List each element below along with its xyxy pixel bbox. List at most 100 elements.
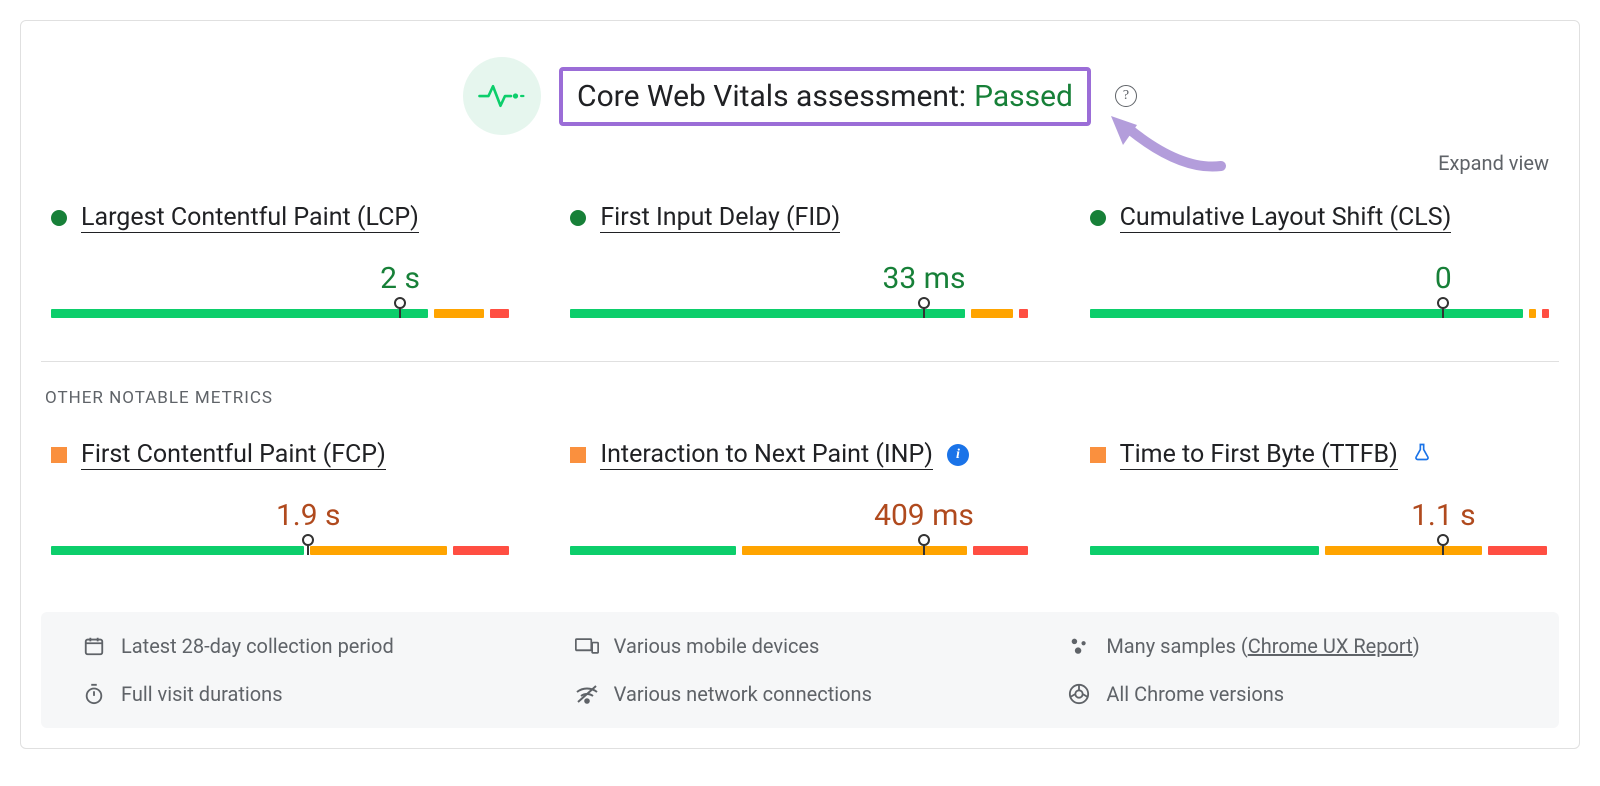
metric-value-row: 1.1 s: [1090, 498, 1549, 536]
bar-segment-orange: [1325, 546, 1481, 555]
status-dot-good: [1090, 210, 1106, 226]
metric-distribution-bar: [51, 303, 510, 321]
metric-value-row: 33 ms: [570, 261, 1029, 299]
metric-title-row: Time to First Byte (TTFB): [1090, 440, 1549, 470]
metric-name-link[interactable]: Time to First Byte (TTFB): [1120, 440, 1398, 470]
bar-segment-red: [1488, 546, 1548, 555]
chrome-ux-report-link[interactable]: Chrome UX Report: [1248, 634, 1413, 658]
bar-segment-red: [1542, 309, 1549, 318]
expand-row: Expand view: [41, 145, 1559, 193]
marker-pin: [302, 534, 314, 555]
metric-distribution-bar: [570, 303, 1029, 321]
bar-segment-red: [453, 546, 508, 555]
metric-distribution-bar: [1090, 303, 1549, 321]
bar-segment-green: [570, 546, 735, 555]
assessment-header: Core Web Vitals assessment: Passed ?: [41, 21, 1559, 145]
bar-segment-orange: [971, 309, 1012, 318]
bar-segment-green: [570, 309, 965, 318]
metric-name-link[interactable]: Interaction to Next Paint (INP): [600, 440, 933, 470]
bar-segment-green: [51, 546, 304, 555]
timer-icon: [81, 683, 107, 705]
bar-segment-green: [1090, 309, 1524, 318]
status-square-average: [570, 447, 586, 463]
metric-card: First Input Delay (FID) 33 ms: [570, 203, 1029, 321]
experimental-flask-icon[interactable]: [1412, 442, 1432, 468]
footer-item: Many samples (Chrome UX Report): [1066, 634, 1519, 658]
status-square-average: [1090, 447, 1106, 463]
metric-value: 33 ms: [883, 261, 966, 296]
marker-pin: [1437, 534, 1449, 555]
metric-value: 0: [1435, 261, 1452, 296]
footer-text: Full visit durations: [121, 682, 283, 706]
metric-value: 1.1 s: [1411, 498, 1476, 533]
bar-segment-orange: [434, 309, 485, 318]
metric-value: 1.9 s: [276, 498, 341, 533]
core-web-vitals-panel: Core Web Vitals assessment: Passed ? Exp…: [20, 20, 1580, 749]
marker-pin: [394, 297, 406, 318]
expand-view-link[interactable]: Expand view: [1438, 151, 1549, 175]
footer-item: Various network connections: [574, 682, 1027, 706]
other-metrics-grid: First Contentful Paint (FCP) 1.9 s Interac…: [41, 430, 1559, 588]
footer-text: Many samples (Chrome UX Report): [1106, 634, 1419, 658]
info-icon[interactable]: i: [947, 444, 969, 466]
footer-item: Full visit durations: [81, 682, 534, 706]
collection-info-footer: Latest 28-day collection period Various m…: [41, 612, 1559, 728]
status-square-average: [51, 447, 67, 463]
assessment-title: Core Web Vitals assessment:: [577, 79, 966, 114]
assessment-status: Passed: [974, 79, 1073, 114]
metric-value: 409 ms: [874, 498, 974, 533]
metric-distribution-bar: [51, 540, 510, 558]
network-icon: [574, 684, 600, 704]
metric-distribution-bar: [570, 540, 1029, 558]
metric-value-row: 2 s: [51, 261, 510, 299]
footer-item: Latest 28-day collection period: [81, 634, 534, 658]
metric-value-row: 409 ms: [570, 498, 1029, 536]
footer-text: Various network connections: [614, 682, 872, 706]
metric-value-row: 0: [1090, 261, 1549, 299]
metric-card: Interaction to Next Paint (INP) i 409 ms: [570, 440, 1029, 558]
metric-name-link[interactable]: Largest Contentful Paint (LCP): [81, 203, 419, 233]
metric-value-row: 1.9 s: [51, 498, 510, 536]
bar-segment-red: [490, 309, 508, 318]
assessment-status-box: Core Web Vitals assessment: Passed: [559, 67, 1091, 126]
metric-title-row: Largest Contentful Paint (LCP): [51, 203, 510, 233]
marker-pin: [918, 297, 930, 318]
footer-text: All Chrome versions: [1106, 682, 1284, 706]
metric-value: 2 s: [380, 261, 420, 296]
metric-card: Time to First Byte (TTFB) 1.1 s: [1090, 440, 1549, 558]
metric-name-link[interactable]: First Contentful Paint (FCP): [81, 440, 386, 470]
bar-segment-orange: [1529, 309, 1536, 318]
status-dot-good: [570, 210, 586, 226]
metric-card: First Contentful Paint (FCP) 1.9 s: [51, 440, 510, 558]
marker-pin: [1437, 297, 1449, 318]
bar-segment-orange: [742, 546, 967, 555]
metric-title-row: First Input Delay (FID): [570, 203, 1029, 233]
footer-item: Various mobile devices: [574, 634, 1027, 658]
bar-segment-green: [51, 309, 428, 318]
metric-card: Largest Contentful Paint (LCP) 2 s: [51, 203, 510, 321]
metric-title-row: Cumulative Layout Shift (CLS): [1090, 203, 1549, 233]
bar-segment-red: [973, 546, 1028, 555]
bar-segment-green: [1090, 546, 1320, 555]
metric-title-row: First Contentful Paint (FCP): [51, 440, 510, 470]
pulse-icon: [463, 57, 541, 135]
footer-item: All Chrome versions: [1066, 682, 1519, 706]
status-dot-good: [51, 210, 67, 226]
core-metrics-grid: Largest Contentful Paint (LCP) 2 s First I…: [41, 193, 1559, 351]
help-icon[interactable]: ?: [1115, 85, 1137, 107]
footer-text: Latest 28-day collection period: [121, 634, 394, 658]
marker-pin: [918, 534, 930, 555]
other-metrics-title: OTHER NOTABLE METRICS: [41, 388, 1559, 430]
metric-card: Cumulative Layout Shift (CLS) 0: [1090, 203, 1549, 321]
metric-title-row: Interaction to Next Paint (INP) i: [570, 440, 1029, 470]
metric-distribution-bar: [1090, 540, 1549, 558]
devices-icon: [574, 636, 600, 656]
metric-name-link[interactable]: Cumulative Layout Shift (CLS): [1120, 203, 1452, 233]
bar-segment-red: [1019, 309, 1028, 318]
metric-name-link[interactable]: First Input Delay (FID): [600, 203, 840, 233]
section-divider: [41, 361, 1559, 362]
footer-text: Various mobile devices: [614, 634, 820, 658]
samples-icon: [1066, 635, 1092, 657]
bar-segment-orange: [310, 546, 448, 555]
chrome-icon: [1066, 683, 1092, 705]
